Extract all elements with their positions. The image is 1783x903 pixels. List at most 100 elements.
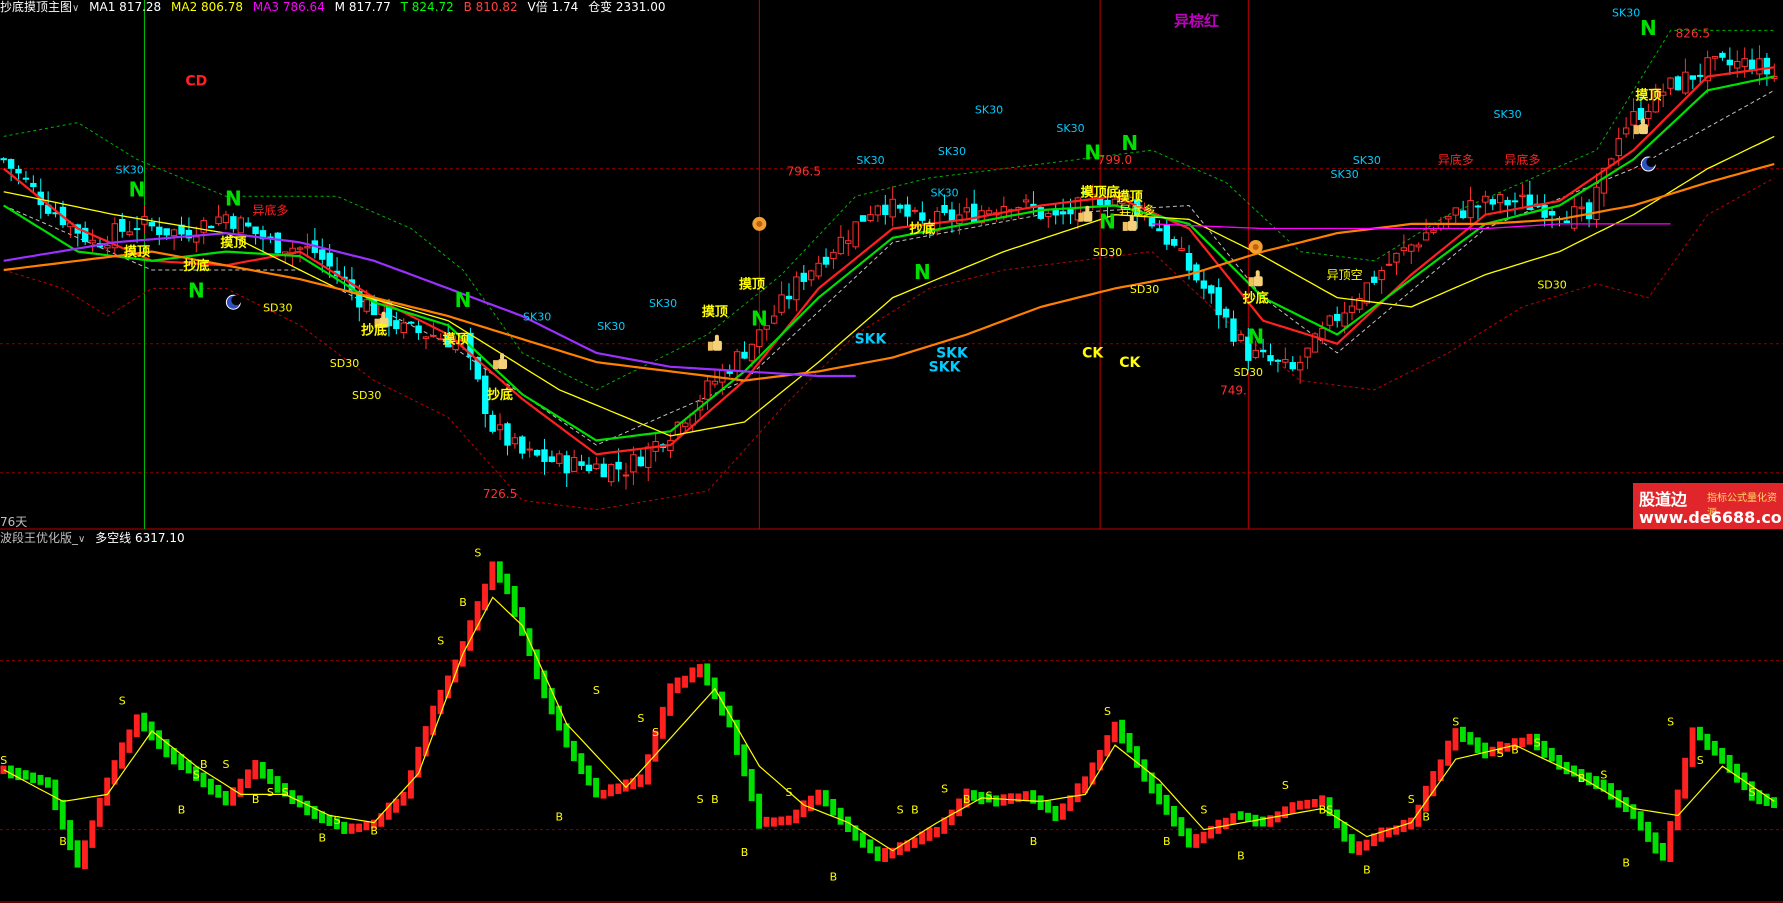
signal-annotation: SD30	[1093, 246, 1122, 259]
candle-body	[800, 272, 808, 282]
moon-icon	[1640, 156, 1657, 172]
candle-body	[1259, 349, 1267, 353]
candle-body	[1400, 247, 1408, 252]
bs-marker: B	[1578, 772, 1586, 785]
oscillator-bar	[1156, 783, 1163, 805]
signal-annotation: 异棕红	[1174, 12, 1219, 30]
oscillator-bar	[793, 809, 800, 824]
oscillator-bar	[1659, 842, 1666, 861]
oscillator-bar	[1348, 834, 1355, 854]
candle-body	[704, 380, 711, 400]
oscillator-bar	[696, 664, 703, 678]
oscillator-bar	[1230, 813, 1237, 825]
bs-marker: S	[652, 726, 659, 739]
candle-body	[1378, 270, 1385, 281]
bs-marker: S	[1200, 804, 1207, 817]
oscillator-bar	[1689, 727, 1696, 767]
bs-marker: S	[897, 804, 904, 817]
candle-body	[1045, 212, 1052, 217]
series-line-ma1	[3, 66, 1775, 456]
oscillator-bar	[489, 561, 496, 591]
candle-body	[845, 240, 852, 244]
candle-body	[1185, 252, 1193, 271]
oscillator-bar	[133, 714, 140, 738]
signal-annotation: SK30	[1331, 168, 1359, 181]
candle-body	[1489, 199, 1496, 205]
candle-body	[1148, 217, 1156, 227]
oscillator-bar	[1052, 806, 1059, 822]
oscillator-bar	[719, 691, 726, 716]
candle-body	[1171, 239, 1178, 246]
oscillator-bar	[1526, 733, 1533, 745]
candle-body	[1326, 315, 1334, 326]
t-readout: T 824.72	[400, 0, 454, 14]
bs-marker: S	[1104, 705, 1111, 718]
oscillator-bar	[37, 774, 44, 785]
candle-body	[1452, 207, 1459, 216]
oscillator-bar	[274, 776, 281, 793]
oscillator-bar	[874, 846, 881, 861]
candle-body	[15, 168, 22, 174]
main-chart-header: 抄底摸顶主图∨ MA1 817.28 MA2 806.78 MA3 786.64…	[0, 0, 672, 16]
candle-body	[1548, 211, 1556, 216]
oscillator-title[interactable]: 波段王优化版_	[0, 531, 78, 545]
signal-annotation: SK30	[649, 297, 677, 310]
candle-body	[296, 247, 304, 250]
oscillator-bar	[356, 823, 363, 833]
bs-marker: B	[741, 846, 749, 859]
oscillator-bar	[1378, 827, 1385, 842]
candle-body	[1519, 194, 1526, 198]
signal-annotation: SK30	[856, 154, 884, 167]
candle-body	[570, 457, 578, 472]
oscillator-bar	[948, 809, 955, 826]
candle-body	[526, 448, 533, 451]
watermark-url[interactable]: www.de6688.com	[1639, 508, 1783, 527]
candle-body	[1467, 200, 1474, 219]
oscillator-bar	[726, 705, 733, 728]
bs-marker: S	[282, 786, 289, 799]
bs-marker: B	[1319, 804, 1327, 817]
candle-body	[985, 210, 993, 215]
oscillator-bar	[156, 730, 162, 749]
candle-body	[615, 461, 622, 470]
bs-marker: S	[1497, 747, 1504, 760]
oscillator-bar	[422, 726, 429, 757]
thumb-icon-hand	[1638, 124, 1648, 135]
candle-body	[1408, 244, 1415, 252]
signal-annotation: SK30	[975, 103, 1003, 116]
candle-body	[600, 463, 607, 478]
candle-body	[430, 334, 437, 337]
oscillator-bar	[659, 706, 666, 739]
candle-body	[541, 449, 548, 462]
oscillator-bar	[504, 573, 511, 595]
oscillator-bar	[30, 772, 37, 783]
candle-body	[244, 222, 252, 227]
bs-marker: S	[267, 786, 274, 799]
bs-marker: B	[556, 811, 564, 824]
oscillator-bar	[430, 705, 437, 736]
oscillator-bar	[1711, 740, 1718, 756]
candle-body	[1289, 362, 1296, 370]
candle-body	[1422, 232, 1430, 241]
chevron-down-icon[interactable]: ∨	[78, 534, 85, 545]
oscillator-bar	[645, 754, 651, 785]
candle-body	[778, 294, 785, 313]
bs-marker: B	[370, 825, 378, 838]
candle-body	[1585, 202, 1593, 220]
bs-marker: B	[830, 870, 838, 883]
bs-marker: S	[637, 712, 644, 725]
oscillator-bar	[59, 799, 66, 830]
indicator-title[interactable]: 抄底摸顶主图	[0, 0, 72, 14]
candle-body	[1163, 224, 1171, 245]
bs-marker: S	[1600, 768, 1607, 781]
candle-body	[919, 212, 926, 221]
oscillator-bar	[689, 667, 696, 683]
bs-marker: S	[0, 754, 7, 767]
candle-body	[1304, 347, 1311, 358]
ma3-readout: MA3 786.64	[252, 0, 325, 14]
thumb-icon-hand	[1083, 211, 1093, 222]
chevron-down-icon[interactable]: ∨	[72, 3, 79, 14]
bs-marker: S	[193, 768, 200, 781]
bs-marker: B	[459, 596, 467, 609]
candle-body	[911, 209, 919, 212]
